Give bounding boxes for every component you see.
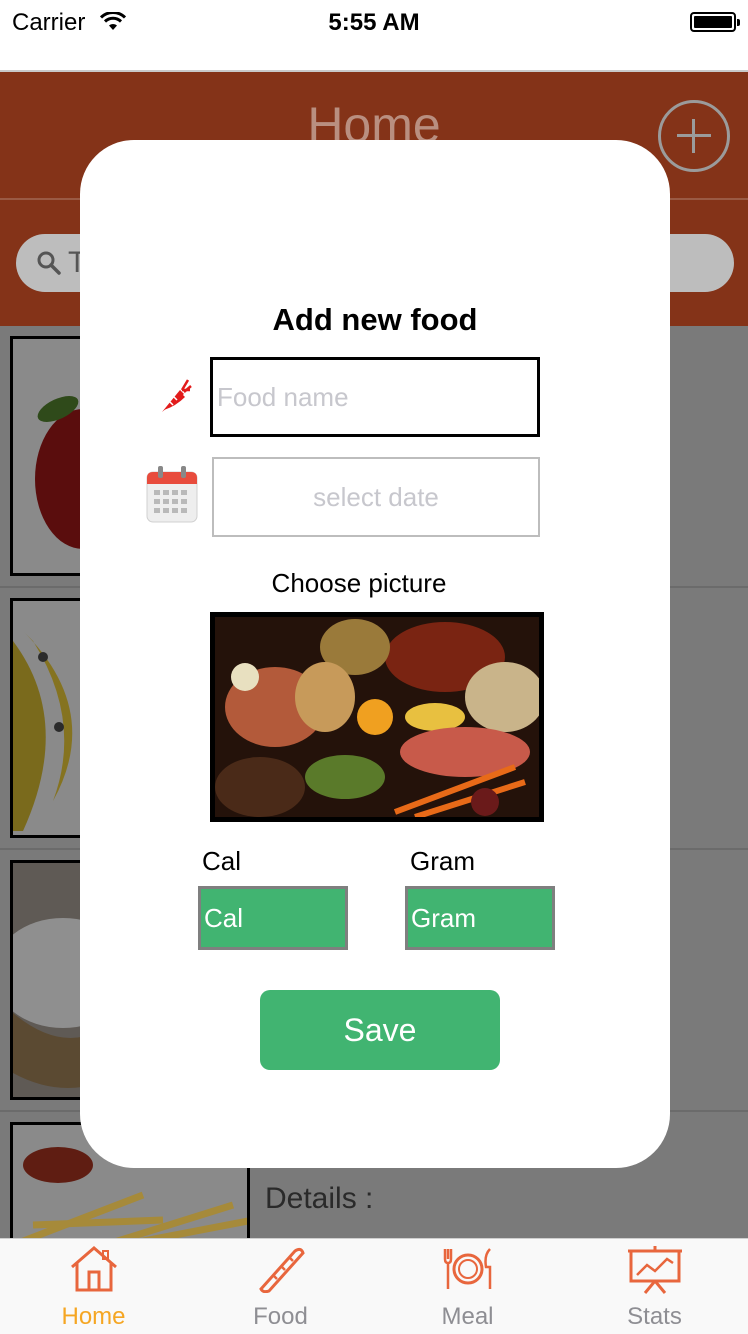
tab-label: Meal — [441, 1303, 494, 1330]
tab-home[interactable]: Home — [0, 1239, 187, 1334]
tab-food[interactable]: Food — [187, 1239, 374, 1334]
plate-cutlery-icon — [374, 1245, 561, 1298]
gram-label: Gram — [410, 846, 475, 876]
tab-stats[interactable]: Stats — [561, 1239, 748, 1334]
date-picker-field[interactable]: select date — [212, 457, 540, 537]
presentation-chart-icon — [561, 1245, 748, 1300]
choose-picture-label: Choose picture — [271, 568, 447, 598]
food-name-input[interactable] — [210, 357, 540, 437]
tab-label: Food — [253, 1303, 308, 1330]
battery-icon — [690, 12, 740, 32]
tab-meal[interactable]: Meal — [374, 1239, 561, 1334]
modal-title: Add new food — [272, 302, 478, 337]
item-details: Details : — [265, 1182, 374, 1215]
grams-input[interactable]: Gram — [405, 886, 555, 950]
save-button[interactable]: Save — [260, 990, 500, 1070]
house-icon — [0, 1245, 187, 1298]
cal-label: Cal — [202, 846, 242, 876]
add-food-modal: Add new food select date Choose picture — [80, 140, 670, 1168]
tab-label: Home — [61, 1303, 126, 1330]
clock: 5:55 AM — [328, 9, 420, 36]
carrot-icon — [158, 378, 192, 419]
food-picture[interactable] — [210, 612, 544, 822]
tab-label: Stats — [627, 1303, 682, 1330]
search-icon — [36, 250, 62, 281]
calendar-icon — [146, 466, 198, 529]
calories-input[interactable]: Cal — [198, 886, 348, 950]
baguette-icon — [187, 1245, 374, 1298]
tab-bar: Home Food Meal Stats — [0, 1238, 748, 1334]
status-bar: Carrier 5:55 AM — [0, 0, 748, 44]
add-food-button[interactable] — [658, 100, 730, 172]
